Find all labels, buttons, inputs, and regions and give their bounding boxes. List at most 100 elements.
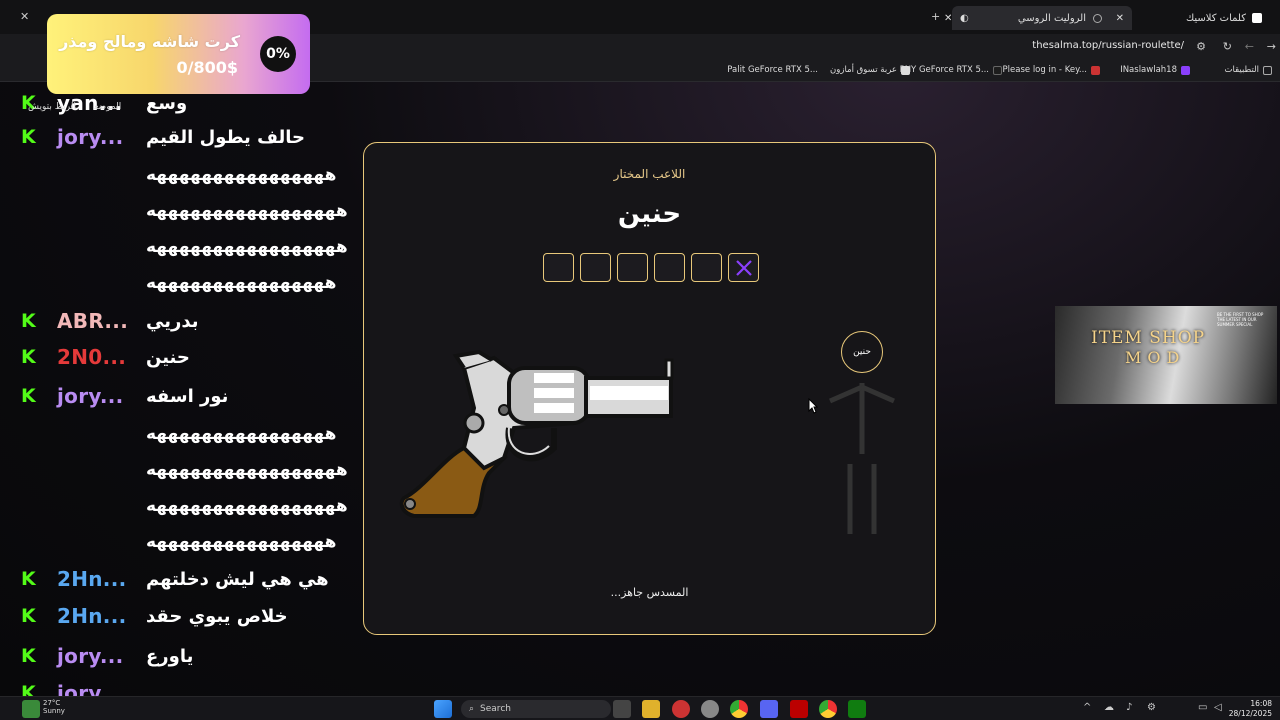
site-settings-icon[interactable]: ⚙ [1196,40,1206,53]
x-mark-icon [735,259,752,276]
goal-amount: 0/800$ [176,58,238,77]
new-tab-icon[interactable]: + [931,10,940,23]
chat-username[interactable]: jory... [57,125,124,149]
kick-badge-icon: K [21,126,36,148]
goal-percent: 0% [260,36,296,72]
ad-subtitle: MOD [1125,348,1186,367]
chat-text: ياورع [146,645,194,667]
mic-icon[interactable]: ♪ [1126,702,1132,713]
chat-username[interactable]: jory... [57,644,124,668]
chamber-empty [543,253,574,282]
tray-chevron-icon[interactable]: ^ [1083,702,1091,713]
screen: ✕ كلمات كلاسيك ✕ الروليت الروسي ◐ ✕ + th… [0,0,1280,720]
chat-text: ههههههههههههههههه [146,273,337,293]
tab-russian-roulette[interactable]: ✕ الروليت الروسي ◐ ✕ [944,6,1132,30]
tab-label: الروليت الروسي [1017,12,1086,24]
clock-time: 16:08 [1250,699,1272,708]
bookmark-inaslawlah[interactable]: INaslawlah18 [1120,65,1190,75]
chat-text: بدريي [146,310,199,332]
amazon-a-icon [901,65,910,75]
chamber-empty [691,253,722,282]
chat-text: حنين [146,346,190,368]
chat-text: هههههههههههههههههه [146,460,349,480]
windows-start-icon[interactable] [434,700,452,718]
bookmark-label: Palit GeForce RTX 5... [727,65,818,75]
chat-text: خلاص يبوي حقد [146,605,288,627]
tab-favicon-icon [1252,13,1262,23]
kick-badge-icon: K [21,346,36,368]
task-view-icon[interactable] [613,700,631,718]
tab-close-icon-2[interactable]: ✕ [944,13,952,24]
chat-mini-label[interactable]: الموضع [94,102,121,112]
status-text: المسدس جاهز... [610,586,689,599]
item-shop-ad[interactable]: ITEM SHOP MOD BE THE FIRST TO SHOP THE L… [1055,306,1277,404]
bookmark-label: INaslawlah18 [1120,65,1177,75]
file-explorer-icon[interactable] [642,700,660,718]
chat-mini-label[interactable]: الربط بتويش [28,102,76,112]
taskbar-search[interactable]: ⌕ Search [461,700,611,718]
bookmark-amazon-cart[interactable]: عربة تسوق أمازون [830,65,910,75]
url-text[interactable]: thesalma.top/russian-roulette/ [1032,40,1184,51]
discord-icon[interactable] [760,700,778,718]
cloud-icon[interactable]: ☁ [1104,702,1114,713]
bookmark-apps[interactable]: التطبيقات [1224,65,1272,75]
apps-grid-icon [1263,65,1272,75]
mouse-cursor-icon [808,398,818,414]
weather-widget[interactable]: 27°C Sunny [43,699,65,715]
chat-username[interactable]: 2N0... [57,345,126,369]
bookmark-keydrop[interactable]: Please log in - Key... [1003,65,1100,75]
taskbar: 27°C Sunny ⌕ Search ^ ☁ ♪ ⚙ ▭ ◁ 16:08 28… [0,696,1280,720]
ad-title: ITEM SHOP [1091,328,1206,348]
security-icon[interactable]: ⚙ [1147,702,1156,713]
ad-tagline: BE THE FIRST TO SHOP THE LATEST IN OUR S… [1217,312,1264,327]
kick-badge-icon: K [21,568,36,590]
selected-player-name: حنين [617,199,682,229]
chat-mini-controls[interactable]: الموضع الربط بتويش [28,102,139,112]
system-clock[interactable]: 16:08 28/12/2025 [1229,699,1272,719]
app-icon[interactable] [672,700,690,718]
chrome-icon[interactable] [730,700,748,718]
chamber-slots [543,253,759,282]
chat-username[interactable]: 2Hn... [57,604,127,628]
back-icon[interactable]: ← [1245,40,1254,53]
goal-title: كرت شاشه ومالح ومذر [59,32,240,51]
chat-text: حالف يطول القيم [146,126,306,148]
close-icon[interactable]: ✕ [20,10,29,23]
selected-player-label: اللاعب المختار [613,167,686,181]
amazon-fav-icon [993,65,1002,75]
chrome-active-icon[interactable] [819,700,837,718]
chat-text: هههههههههههههههههه [146,237,349,257]
chat-text: نور اسفه [146,385,229,407]
xbox-icon[interactable] [848,700,866,718]
kick-fav-icon [1181,65,1190,75]
search-label: Search [480,704,511,714]
media-app-icon[interactable] [790,700,808,718]
chat-text: ههههههههههههههههه [146,165,337,185]
chat-username[interactable]: ABR... [57,309,128,333]
chamber-empty [654,253,685,282]
bookmark-palit[interactable]: Palit GeForce RTX 5... [727,65,818,75]
kick-badge-icon: K [21,645,36,667]
search-icon: ⌕ [469,704,475,714]
tab-favicon-icon [1093,13,1102,23]
roulette-panel: اللاعب المختار حنين حنين المسدس جاهز... [363,142,936,635]
network-icon[interactable]: ▭ [1198,702,1207,713]
settings-gear-icon[interactable] [701,700,719,718]
forward-icon[interactable]: → [1267,40,1276,53]
revolver-icon [394,348,674,522]
key-fav-icon [1091,65,1100,75]
tab-classic-words[interactable]: كلمات كلاسيك [1186,6,1262,30]
reload-icon[interactable]: ↻ [1223,40,1232,53]
tab-close-icon[interactable]: ✕ [1116,13,1124,24]
volume-icon[interactable]: ◁ [1214,702,1222,713]
chat-text: هههههههههههههههههه [146,201,349,221]
weather-icon[interactable] [22,700,40,718]
tab-audio-icon[interactable]: ◐ [960,13,969,24]
clock-date: 28/12/2025 [1228,709,1272,718]
chat-username[interactable]: jory... [57,384,124,408]
chat-text: وسع [146,92,188,114]
chat-username[interactable]: 2Hn... [57,567,127,591]
chat-overlay: Kyan... وسع Kjory... حالف يطول القيم ههههههه… [18,86,349,720]
bookmark-label: التطبيقات [1224,65,1259,75]
bookmark-pny[interactable]: PNY GeForce RTX 5... [900,65,1002,75]
